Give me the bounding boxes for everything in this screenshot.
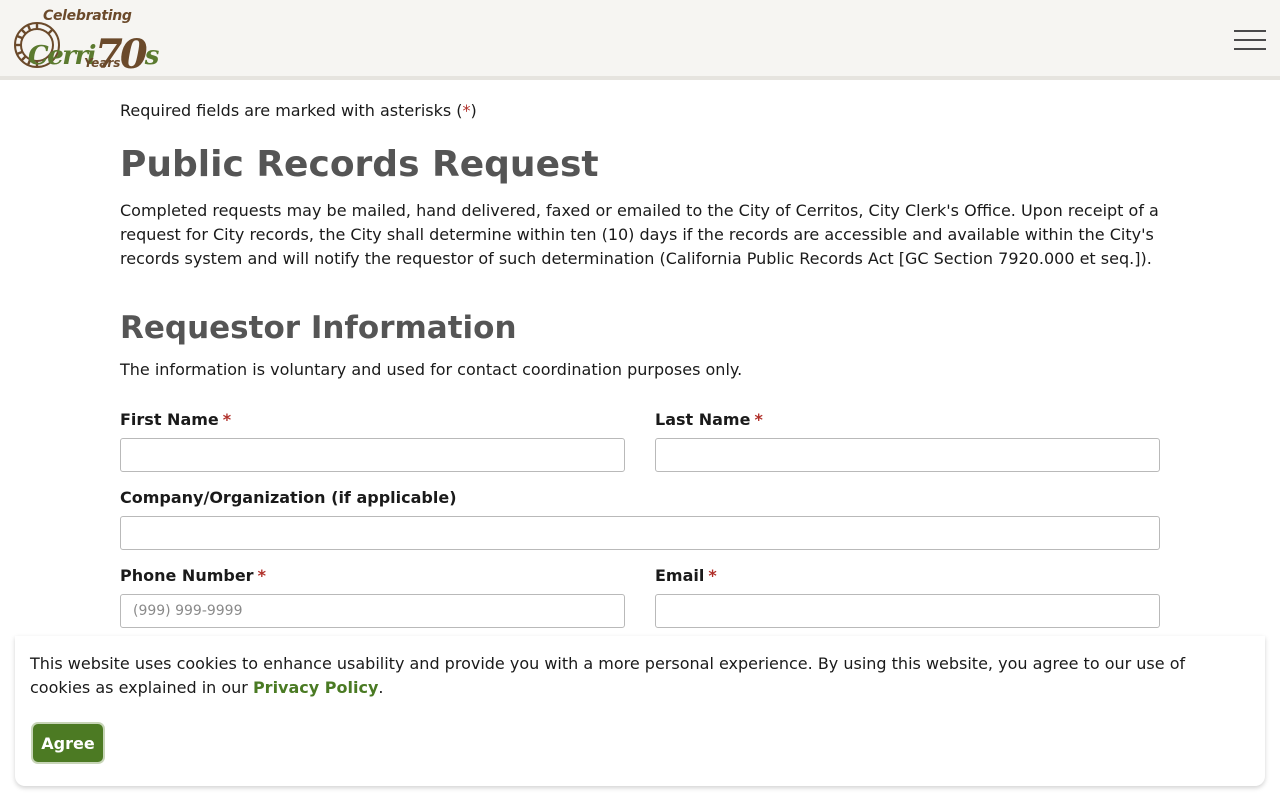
logo-years-text: Years bbox=[84, 56, 121, 70]
phone-number-input[interactable] bbox=[120, 594, 625, 628]
menu-bar bbox=[1234, 48, 1266, 50]
page-title: Public Records Request bbox=[120, 144, 599, 185]
email-label-text: Email bbox=[655, 566, 705, 585]
intro-paragraph: Completed requests may be mailed, hand d… bbox=[120, 201, 1159, 268]
first-name-input[interactable] bbox=[120, 438, 625, 472]
required-fields-note: Required fields are marked with asterisk… bbox=[120, 101, 477, 120]
cookie-consent-banner: This website uses cookies to enhance usa… bbox=[15, 636, 1265, 786]
last-name-input[interactable] bbox=[655, 438, 1160, 472]
menu-bar bbox=[1234, 30, 1266, 32]
email-input[interactable] bbox=[655, 594, 1160, 628]
logo-s-text: s bbox=[144, 41, 160, 71]
required-note-prefix: Required fields are marked with asterisk… bbox=[120, 101, 463, 120]
required-note-suffix: ) bbox=[470, 101, 477, 120]
required-asterisk: * bbox=[462, 101, 471, 120]
required-asterisk: * bbox=[222, 410, 232, 429]
phone-number-label: Phone Number * bbox=[120, 566, 266, 585]
section-title-requestor-information: Requestor Information bbox=[120, 310, 517, 346]
required-asterisk: * bbox=[754, 410, 763, 429]
first-name-label-text: First Name bbox=[120, 410, 219, 429]
company-input[interactable] bbox=[120, 516, 1160, 550]
phone-number-label-text: Phone Number bbox=[120, 566, 254, 585]
required-asterisk: * bbox=[708, 566, 717, 585]
cookie-message-end: . bbox=[378, 678, 384, 697]
logo-seventy-text: 70 bbox=[95, 31, 148, 78]
agree-button[interactable]: Agree bbox=[31, 722, 105, 764]
last-name-label-text: Last Name bbox=[655, 410, 751, 429]
privacy-policy-link[interactable]: Privacy Policy bbox=[253, 678, 378, 697]
email-label: Email * bbox=[655, 566, 717, 585]
first-name-label: First Name * bbox=[120, 410, 231, 429]
hamburger-menu-icon[interactable] bbox=[1234, 29, 1266, 51]
last-name-label: Last Name * bbox=[655, 410, 763, 429]
cookie-message-text: This website uses cookies to enhance usa… bbox=[30, 654, 1186, 697]
logo-celebrating-text: Celebrating bbox=[43, 8, 132, 24]
section-description: The information is voluntary and used fo… bbox=[120, 360, 743, 379]
site-header: Celebrating Cerri70s Years bbox=[0, 0, 1280, 80]
company-label: Company/Organization (if applicable) bbox=[120, 488, 457, 507]
cookie-message: This website uses cookies to enhance usa… bbox=[30, 652, 1230, 700]
required-asterisk: * bbox=[257, 566, 266, 585]
menu-bar bbox=[1234, 39, 1266, 41]
cerritos-70-years-logo[interactable]: Celebrating Cerri70s Years bbox=[12, 8, 159, 78]
